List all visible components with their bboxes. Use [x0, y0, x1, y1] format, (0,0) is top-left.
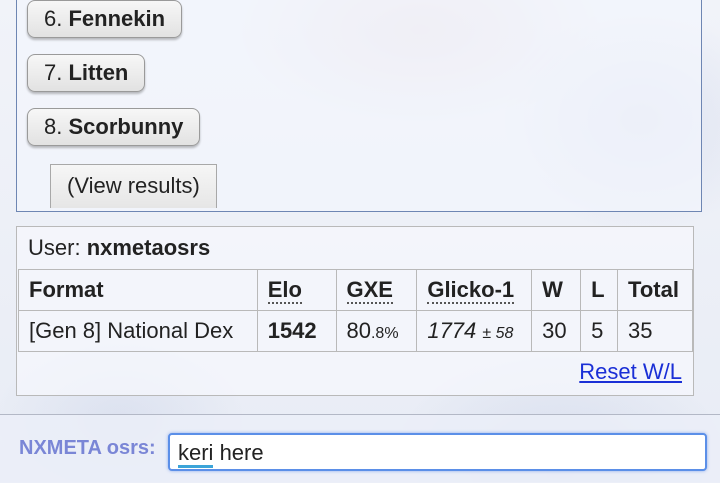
option-number: 8. — [44, 114, 63, 139]
gxe-fraction: .8% — [370, 325, 399, 342]
header-wins: W — [531, 269, 582, 311]
poll-option-scorbunny[interactable]: 8. Scorbunny — [27, 108, 201, 146]
header-elo: Elo — [256, 269, 337, 311]
view-results-button[interactable]: (View results) — [50, 164, 217, 208]
gxe-value: 80 — [346, 318, 371, 343]
gxe-cell: 80.8% — [335, 310, 418, 352]
wins-cell: 30 — [531, 310, 582, 352]
glicko-deviation: ± 58 — [482, 325, 514, 342]
elo-cell: 1542 — [256, 310, 337, 352]
total-cell: 35 — [617, 310, 693, 352]
glicko-abbr: Glicko-1 — [427, 277, 515, 304]
chat-input-row: NXMETA osrs: keri here — [0, 414, 720, 483]
elo-abbr: Elo — [267, 277, 302, 304]
header-total: Total — [617, 269, 693, 311]
format-cell: [Gen 8] National Dex — [18, 310, 258, 352]
glicko-cell: 1774 ± 58 — [416, 310, 533, 352]
header-format: Format — [18, 269, 258, 311]
gxe-abbr: GXE — [346, 277, 393, 304]
header-gxe: GXE — [335, 269, 418, 311]
table-row: [Gen 8] National Dex 1542 80.8% 1774 ± 5… — [18, 310, 693, 352]
user-line: User: nxmetaosrs — [28, 235, 210, 261]
chat-message-input[interactable]: keri here — [168, 433, 707, 471]
header-glicko: Glicko-1 — [416, 269, 533, 311]
losses-cell: 5 — [580, 310, 619, 352]
username[interactable]: nxmetaosrs — [87, 235, 211, 260]
option-number: 6. — [44, 6, 63, 31]
option-name: Litten — [68, 60, 129, 85]
option-name: Fennekin — [68, 6, 166, 31]
input-text: here — [213, 440, 264, 465]
glicko-value: 1774 — [427, 318, 477, 343]
poll-option-litten[interactable]: 7. Litten — [27, 54, 146, 92]
reset-wl-link[interactable]: Reset W/L — [579, 359, 682, 385]
user-stats-panel: User: nxmetaosrs Format Elo GXE Glicko-1… — [16, 226, 694, 396]
chat-username-label: NXMETA osrs: — [19, 437, 156, 459]
poll-option-fennekin[interactable]: 6. Fennekin — [27, 0, 183, 38]
header-losses: L — [580, 269, 619, 311]
ladder-table: Format Elo GXE Glicko-1 W L Total [Gen 8… — [18, 269, 693, 352]
table-header-row: Format Elo GXE Glicko-1 W L Total — [18, 269, 693, 311]
option-number: 7. — [44, 60, 63, 85]
spellcheck-word: keri — [178, 440, 214, 468]
option-name: Scorbunny — [68, 114, 184, 139]
poll-panel: 6. Fennekin 7. Litten 8. Scorbunny (View… — [16, 0, 702, 212]
user-prefix: User: — [28, 235, 81, 260]
